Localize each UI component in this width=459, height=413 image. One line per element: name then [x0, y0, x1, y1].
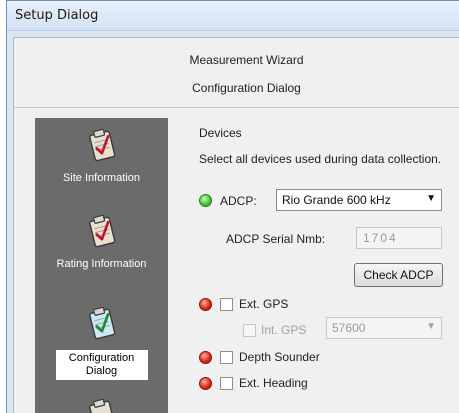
- dialog-client-area: Measurement Wizard Configuration Dialog …: [13, 37, 459, 413]
- sidebar-item-rating-information[interactable]: Rating Information: [35, 214, 168, 271]
- ext-gps-checkbox[interactable]: [220, 298, 233, 311]
- window-title: Setup Dialog: [15, 8, 99, 23]
- devices-instruction: Select all devices used during data coll…: [199, 152, 442, 166]
- int-gps-checkbox[interactable]: [243, 324, 256, 337]
- int-gps-baud-value: 57600: [332, 321, 366, 335]
- devices-group-label: Devices: [199, 126, 242, 140]
- clipboard-check-icon: [88, 398, 115, 413]
- dropdown-arrow-icon: ▼: [426, 193, 436, 204]
- clipboard-check-icon: [88, 128, 115, 162]
- int-gps-label: Int. GPS: [261, 323, 307, 337]
- title-bar[interactable]: Setup Dialog: [7, 1, 459, 31]
- int-gps-baud-select[interactable]: 57600 ▼: [326, 317, 442, 339]
- wizard-header: Measurement Wizard Configuration Dialog: [14, 38, 459, 108]
- ext-heading-label: Ext. Heading: [239, 376, 308, 390]
- sidebar-item-site-information[interactable]: Site Information: [35, 128, 168, 185]
- sidebar-item-configuration-dialog[interactable]: Configuration Dialog: [35, 306, 168, 380]
- check-adcp-button[interactable]: Check ADCP: [354, 263, 443, 287]
- adcp-model-value: Rio Grande 600 kHz: [282, 193, 391, 207]
- sidebar-item-label: Rating Information: [56, 258, 147, 270]
- sidebar-item-label: Configuration Dialog: [55, 350, 148, 380]
- ext-heading-status-led: [199, 377, 212, 390]
- devices-panel: Devices Select all devices used during d…: [183, 118, 459, 413]
- ext-heading-checkbox[interactable]: [220, 377, 233, 390]
- depth-sounder-checkbox[interactable]: [220, 351, 233, 364]
- ext-gps-label: Ext. GPS: [239, 297, 289, 311]
- sidebar-item-label: Site Information: [62, 172, 141, 184]
- depth-sounder-status-led: [199, 351, 212, 364]
- adcp-label: ADCP:: [220, 194, 257, 208]
- wizard-subtitle: Configuration Dialog: [192, 81, 301, 95]
- clipboard-check-icon: [88, 306, 115, 340]
- wizard-title: Measurement Wizard: [189, 53, 304, 67]
- adcp-serial-label: ADCP Serial Nmb:: [226, 232, 326, 246]
- clipboard-check-icon: [88, 214, 115, 248]
- ext-gps-status-led: [199, 298, 212, 311]
- dropdown-arrow-icon: ▼: [426, 321, 436, 332]
- setup-dialog-window: Setup Dialog Measurement Wizard Configur…: [6, 0, 459, 413]
- depth-sounder-label: Depth Sounder: [239, 350, 320, 364]
- adcp-model-select[interactable]: Rio Grande 600 kHz ▼: [276, 189, 442, 211]
- sidebar-item-next[interactable]: [35, 398, 168, 413]
- adcp-serial-input[interactable]: 1704: [356, 227, 442, 249]
- wizard-step-sidebar: Site Information Rating Information Conf…: [35, 118, 168, 413]
- adcp-status-led: [199, 194, 212, 207]
